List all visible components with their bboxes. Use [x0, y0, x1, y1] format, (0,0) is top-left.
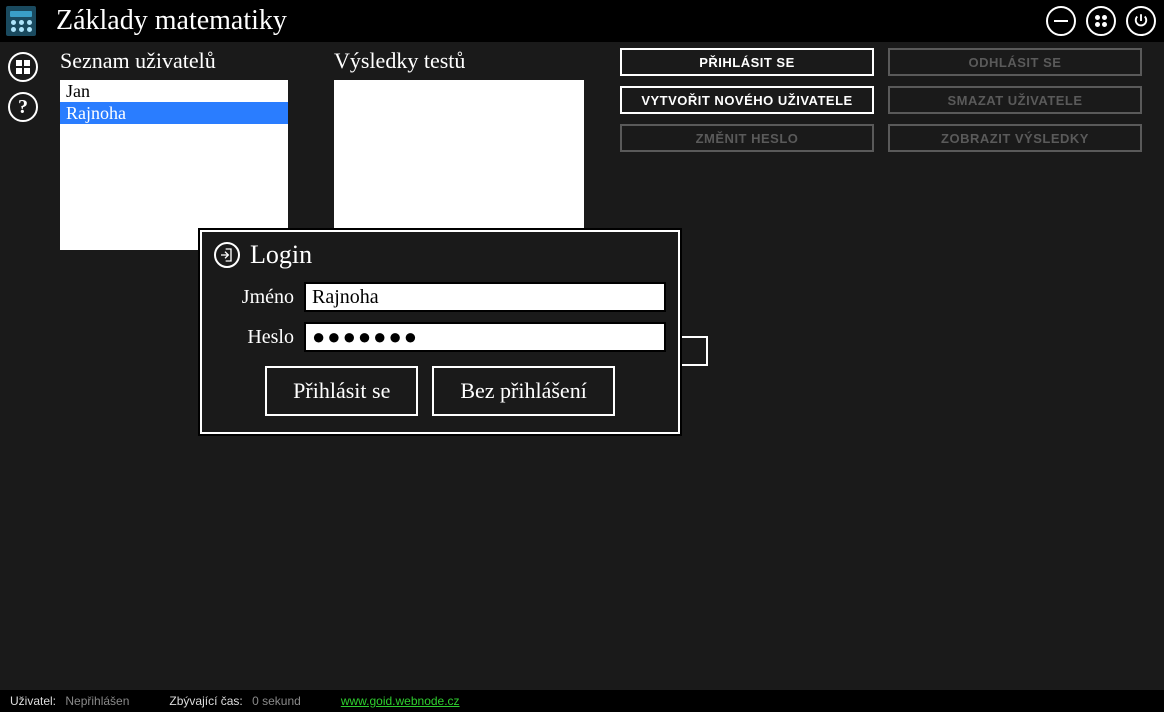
user-item[interactable]: Rajnoha — [60, 102, 288, 124]
fullscreen-icon — [1095, 15, 1107, 27]
status-user-value: Nepřihlášen — [65, 694, 129, 708]
users-listbox[interactable]: JanRajnoha — [60, 80, 288, 250]
tests-listbox[interactable] — [334, 80, 584, 250]
minimize-button[interactable] — [1046, 6, 1076, 36]
hidden-button-fragment[interactable] — [682, 336, 708, 366]
power-icon — [1132, 12, 1150, 30]
dialog-skip-button[interactable]: Bez přihlášení — [432, 366, 614, 416]
dialog-login-button[interactable]: Přihlásit se — [265, 366, 418, 416]
tests-title: Výsledky testů — [334, 48, 584, 74]
status-link[interactable]: www.goid.webnode.cz — [341, 694, 460, 708]
app-title: Základy matematiky — [56, 5, 287, 37]
users-title: Seznam uživatelů — [60, 48, 288, 74]
grid-icon — [16, 60, 30, 74]
change-password-button: ZMĚNIT HESLO — [620, 124, 874, 152]
password-label: Heslo — [214, 326, 294, 349]
minimize-icon — [1054, 20, 1068, 23]
tests-column: Výsledky testů — [334, 48, 584, 250]
status-time-label: Zbývající čas: — [169, 694, 242, 708]
menu-button[interactable] — [8, 52, 38, 82]
password-input[interactable] — [304, 322, 666, 352]
dialog-title: Login — [250, 240, 312, 270]
help-button[interactable]: ? — [8, 92, 38, 122]
header: Základy matematiky — [0, 0, 1164, 42]
login-icon — [214, 242, 240, 268]
create-user-button[interactable]: VYTVOŘIT NOVÉHO UŽIVATELE — [620, 86, 874, 114]
login-dialog: Login Jméno Heslo Přihlásit se Bez přihl… — [200, 230, 680, 434]
status-user-label: Uživatel: — [10, 694, 56, 708]
action-button-grid: PŘIHLÁSIT SE ODHLÁSIT SE VYTVOŘIT NOVÉHO… — [620, 48, 1142, 152]
status-time-value: 0 sekund — [252, 694, 301, 708]
power-button[interactable] — [1126, 6, 1156, 36]
fullscreen-button[interactable] — [1086, 6, 1116, 36]
sidebar: ? — [0, 44, 46, 122]
logout-button: ODHLÁSIT SE — [888, 48, 1142, 76]
users-column: Seznam uživatelů JanRajnoha — [60, 48, 288, 250]
name-label: Jméno — [214, 286, 294, 309]
login-button[interactable]: PŘIHLÁSIT SE — [620, 48, 874, 76]
delete-user-button: SMAZAT UŽIVATELE — [888, 86, 1142, 114]
user-item[interactable]: Jan — [60, 80, 288, 102]
help-icon: ? — [18, 97, 28, 117]
status-bar: Uživatel: Nepřihlášen Zbývající čas: 0 s… — [0, 690, 1164, 712]
show-results-button: ZOBRAZIT VÝSLEDKY — [888, 124, 1142, 152]
name-input[interactable] — [304, 282, 666, 312]
app-icon — [6, 6, 36, 36]
